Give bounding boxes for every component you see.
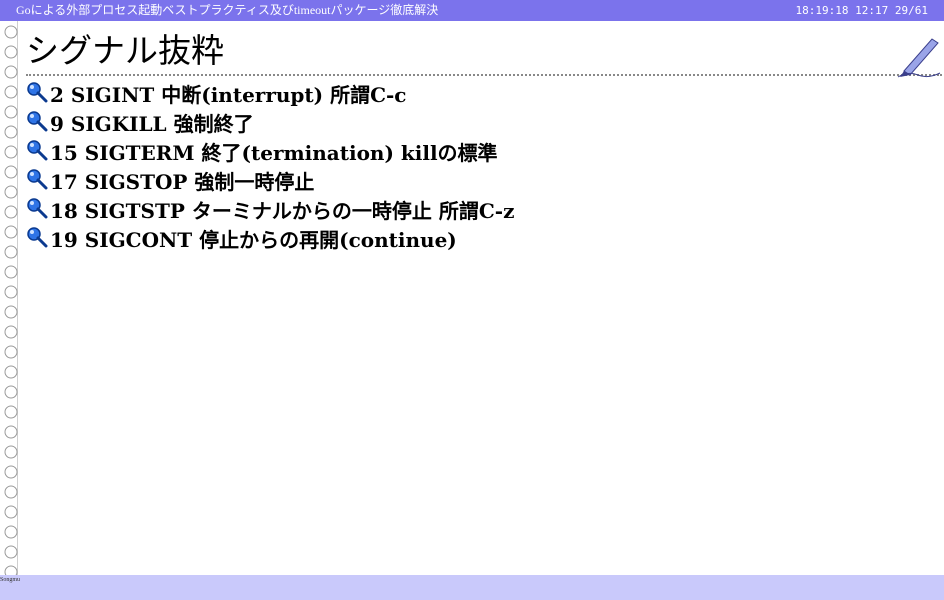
- list-item-text: 2 SIGINT 中断(interrupt) 所謂C-c: [50, 83, 407, 107]
- fountain-pen-icon: [897, 38, 941, 78]
- list-item: 19 SIGCONT 停止からの再開(continue): [26, 226, 514, 255]
- slide-page: シグナル抜粋 2 SIGINT 中断(interrupt) 所謂C-c 9 SI…: [0, 21, 944, 575]
- slide-title: シグナル抜粋: [26, 31, 224, 70]
- page-counter: 29/61: [894, 4, 928, 17]
- magnifier-icon: [27, 226, 48, 247]
- signal-list: 2 SIGINT 中断(interrupt) 所謂C-c 9 SIGKILL 強…: [26, 81, 514, 255]
- list-item: 17 SIGSTOP 強制一時停止: [26, 168, 514, 197]
- list-item-text: 15 SIGTERM 終了(termination) killの標準: [50, 141, 498, 165]
- footer-bar: Songmu: [0, 575, 944, 600]
- magnifier-icon: [27, 168, 48, 189]
- list-item: 15 SIGTERM 終了(termination) killの標準: [26, 139, 514, 168]
- binder-ring-icon: [4, 25, 18, 575]
- magnifier-icon: [27, 197, 48, 218]
- title-divider: [26, 74, 942, 76]
- magnifier-icon: [27, 81, 48, 102]
- list-item-text: 18 SIGTSTP ターミナルからの一時停止 所謂C-z: [50, 199, 515, 223]
- list-item-text: 19 SIGCONT 停止からの再開(continue): [50, 228, 457, 252]
- magnifier-icon: [27, 139, 48, 160]
- presentation-status-bar: Goによる外部プロセス起動ベストプラクティス及びtimeoutパッケージ徹底解決…: [0, 0, 944, 21]
- clock: 18:19:18: [795, 4, 849, 17]
- presentation-title: Goによる外部プロセス起動ベストプラクティス及びtimeoutパッケージ徹底解決: [16, 3, 439, 17]
- list-item-text: 17 SIGSTOP 強制一時停止: [50, 170, 315, 194]
- list-item: 18 SIGTSTP ターミナルからの一時停止 所謂C-z: [26, 197, 514, 226]
- list-item-text: 9 SIGKILL 強制終了: [50, 112, 254, 136]
- elapsed-time: 12:17: [855, 4, 889, 17]
- time-page-indicator: 18:19:18 12:17 29/61: [796, 0, 928, 21]
- list-item: 9 SIGKILL 強制終了: [26, 110, 514, 139]
- presenter-name: Songmu: [0, 577, 21, 583]
- magnifier-icon: [27, 110, 48, 131]
- list-item: 2 SIGINT 中断(interrupt) 所謂C-c: [26, 81, 514, 110]
